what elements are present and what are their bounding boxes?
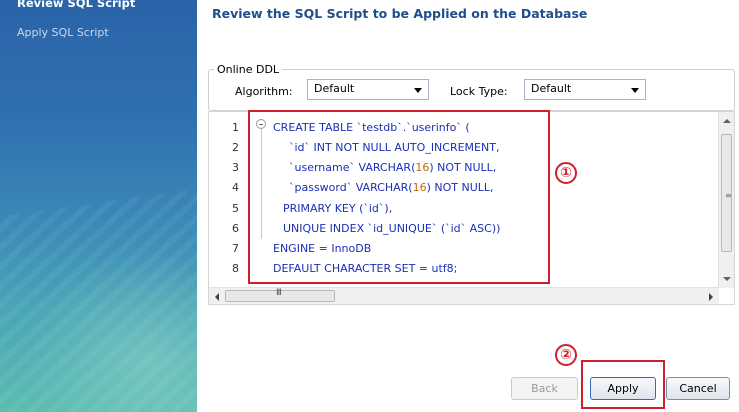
scroll-up-icon[interactable] <box>723 119 731 123</box>
online-ddl-legend: Online DDL <box>214 63 283 76</box>
algorithm-label: Algorithm: <box>235 85 293 98</box>
online-ddl-group: Online DDL Algorithm: Default Lock Type:… <box>208 63 735 111</box>
lock-type-label: Lock Type: <box>450 85 508 98</box>
line-number: 4 <box>232 181 239 194</box>
grip-icon: ≡ <box>725 191 732 200</box>
line-number: 6 <box>232 222 239 235</box>
horizontal-scrollbar[interactable]: III <box>209 287 719 304</box>
line-number: 8 <box>232 262 239 275</box>
line-number-gutter: 1 2 3 4 5 6 7 8 <box>209 112 243 288</box>
chevron-down-icon <box>631 88 639 93</box>
page-title: Review the SQL Script to be Applied on t… <box>212 6 588 21</box>
scroll-left-icon[interactable] <box>215 293 219 301</box>
line-number: 7 <box>232 242 239 255</box>
lock-type-select[interactable]: Default <box>524 79 646 100</box>
wizard-main-panel: Review the SQL Script to be Applied on t… <box>197 0 739 412</box>
algorithm-select-value: Default <box>314 82 355 95</box>
back-button[interactable]: Back <box>511 377 578 400</box>
wizard-sidebar: Review SQL Script Apply SQL Script <box>0 0 197 412</box>
line-number: 3 <box>232 161 239 174</box>
algorithm-select[interactable]: Default <box>307 79 429 100</box>
step-review-sql-script: Review SQL Script <box>17 0 136 10</box>
apply-button[interactable]: Apply <box>590 377 656 400</box>
annotation-box-sql-script <box>248 110 550 284</box>
line-number: 5 <box>232 202 239 215</box>
line-number: 2 <box>232 141 239 154</box>
chevron-down-icon <box>414 88 422 93</box>
cancel-button[interactable]: Cancel <box>666 377 730 400</box>
scroll-right-icon[interactable] <box>709 293 713 301</box>
lock-type-select-value: Default <box>531 82 572 95</box>
horizontal-scroll-thumb[interactable]: III <box>225 288 335 302</box>
scroll-down-icon[interactable] <box>723 277 731 281</box>
annotation-marker-1: ① <box>555 162 577 184</box>
step-apply-sql-script: Apply SQL Script <box>17 26 109 39</box>
vertical-scrollbar[interactable]: ≡ <box>718 112 734 288</box>
horizontal-scroll-grip: III <box>276 288 282 298</box>
line-number: 1 <box>232 121 239 134</box>
vertical-scroll-thumb[interactable]: ≡ <box>721 134 732 252</box>
annotation-marker-2: ② <box>555 344 577 366</box>
